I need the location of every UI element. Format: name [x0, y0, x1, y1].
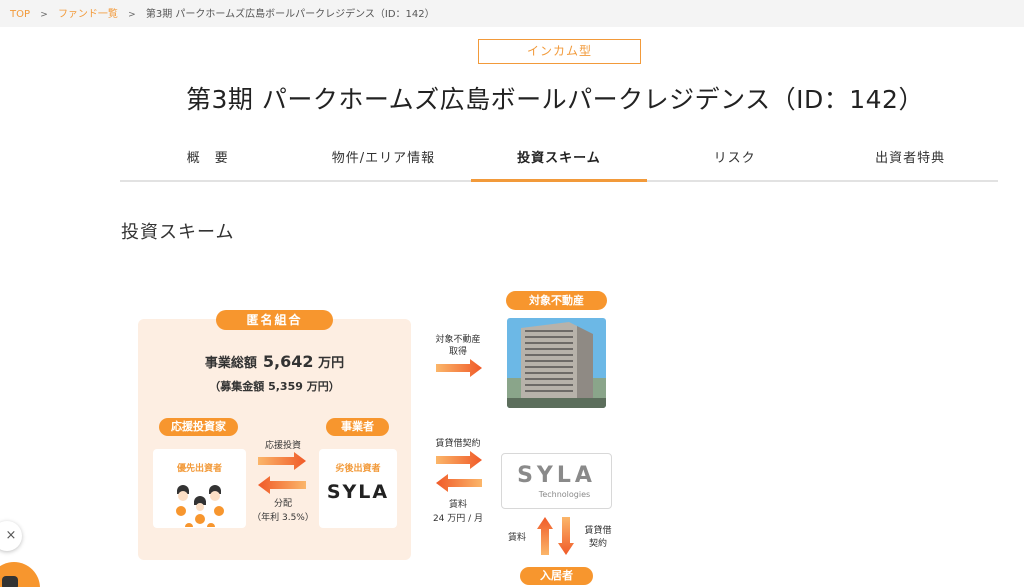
close-icon[interactable]: ×	[0, 521, 22, 551]
invest-label: 応援投資	[264, 441, 301, 451]
subordinate-investor-label: 劣後出資者	[335, 464, 381, 474]
fund-type-badge: インカム型	[478, 39, 641, 64]
tab-property-area[interactable]: 物件/エリア情報	[296, 140, 472, 180]
operator-pill: 事業者	[326, 418, 389, 436]
arrow-right-icon	[436, 451, 482, 469]
resident-pill: 入居者	[520, 567, 593, 585]
distribution-rate: （年利 3.5%）	[252, 513, 314, 523]
breadcrumb-top-link[interactable]: TOP	[10, 9, 30, 20]
rent-label: 賃料	[448, 500, 467, 510]
rent-small-label: 賃料	[507, 533, 526, 543]
total-value: 5,642	[262, 352, 314, 371]
arrow-left-icon	[258, 476, 306, 494]
investor-pill: 応援投資家	[159, 418, 238, 436]
lease-label: 賃貸借契約	[435, 439, 481, 449]
target-property-pill: 対象不動産	[506, 291, 607, 310]
distribution-label: 分配	[273, 499, 292, 509]
fund-tabs: 概 要 物件/エリア情報 投資スキーム リスク 出資者特典	[120, 140, 998, 182]
syla-logo: SYLA	[326, 481, 390, 503]
chat-button[interactable]	[0, 562, 40, 587]
section-title: 投資スキーム	[121, 222, 235, 243]
arrow-up-icon	[537, 517, 553, 555]
syla-technologies-logo: SYLA	[517, 463, 596, 488]
tab-overview[interactable]: 概 要	[120, 140, 296, 180]
arrow-left-icon	[436, 474, 482, 492]
syla-technologies-subtitle: Technologies	[538, 490, 591, 499]
syla-technologies-card: SYLA Technologies	[501, 453, 612, 509]
tab-investment-scheme[interactable]: 投資スキーム	[471, 140, 647, 182]
arrow-down-icon	[558, 517, 574, 555]
kumiai-pill: 匿名組合	[216, 310, 333, 330]
breadcrumb-separator: >	[128, 10, 136, 20]
tab-risk[interactable]: リスク	[647, 140, 823, 180]
priority-investor-card: 優先出資者	[153, 449, 246, 528]
rent-amount: 24 万円 / 月	[432, 514, 484, 524]
property-building-image	[507, 318, 606, 408]
lease-small-label: 賃貸借	[584, 526, 612, 536]
tab-investor-benefits[interactable]: 出資者特典	[822, 140, 998, 180]
arrow-right-icon	[436, 359, 482, 377]
lease-small-label-2: 契約	[588, 539, 607, 549]
acquire-label-2: 取得	[448, 347, 467, 357]
breadcrumb: TOP > ファンド一覧 > 第3期 パークホームズ広島ボールパークレジデンス（…	[10, 5, 435, 20]
investors-people-icon	[176, 485, 224, 527]
breadcrumb-bar: TOP > ファンド一覧 > 第3期 パークホームズ広島ボールパークレジデンス（…	[0, 0, 1024, 27]
raise-amount: （募集金額 5,359 万円）	[209, 380, 340, 393]
priority-investor-label: 優先出資者	[176, 464, 222, 474]
chat-icon	[2, 576, 18, 587]
total-amount: 事業総額 5,642 万円	[138, 352, 411, 371]
breadcrumb-separator: >	[40, 10, 48, 20]
arrow-right-icon	[258, 452, 306, 470]
subordinate-investor-card: 劣後出資者 SYLA	[319, 449, 397, 528]
total-label: 事業総額	[204, 356, 257, 371]
breadcrumb-fund-list-link[interactable]: ファンド一覧	[58, 9, 118, 20]
page-title: 第3期 パークホームズ広島ボールパークレジデンス（ID：142）	[186, 85, 924, 114]
breadcrumb-current: 第3期 パークホームズ広島ボールパークレジデンス（ID：142）	[145, 9, 435, 20]
total-unit: 万円	[318, 356, 345, 371]
